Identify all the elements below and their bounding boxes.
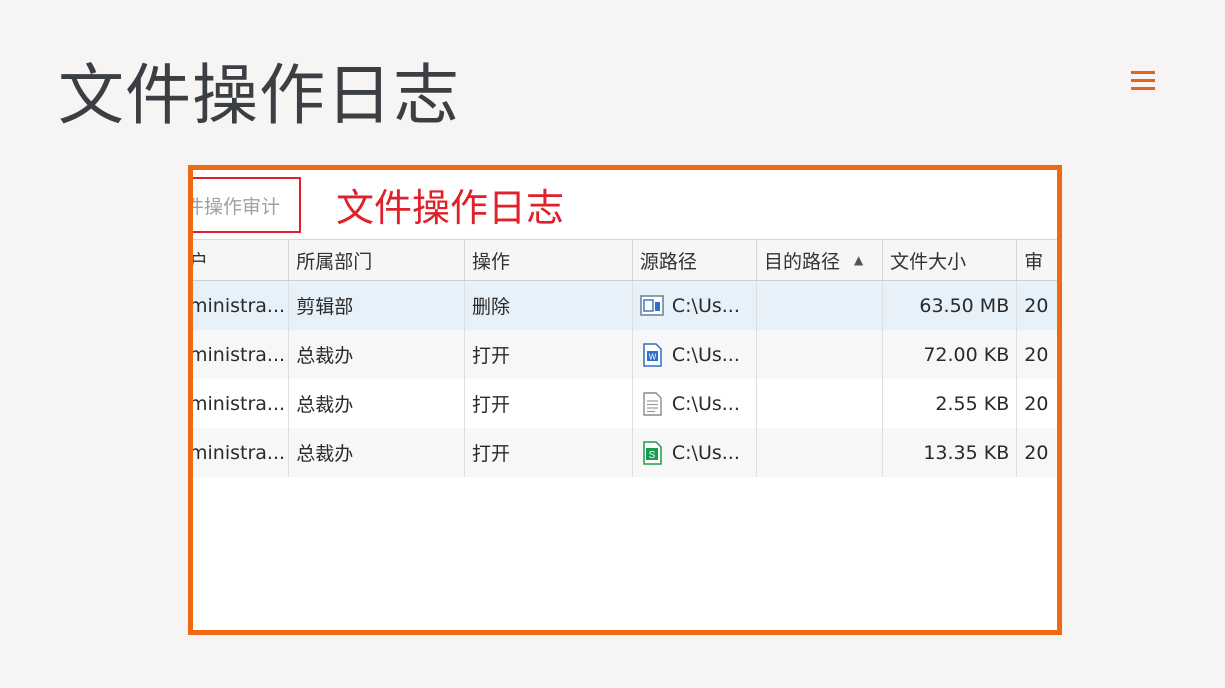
cell-action: 打开 (465, 379, 633, 428)
column-header-label: 文件大小 (890, 250, 967, 273)
cell-text: 打开 (472, 394, 511, 416)
table-row[interactable]: ministra... 总裁办 打开 C:\Us... 2.55 KB 20 (193, 379, 1057, 428)
cell-text: 打开 (472, 443, 511, 465)
column-header-user[interactable]: 户 (189, 240, 290, 280)
cell-text: 总裁办 (296, 345, 354, 367)
cell-text: ministra... (189, 343, 286, 366)
cell-dest-path (757, 330, 884, 379)
cell-text: C:\Us... (671, 343, 740, 366)
cell-department: 总裁办 (289, 379, 466, 428)
cell-file-size: 72.00 KB (883, 330, 1018, 379)
text-file-icon (640, 391, 664, 417)
svg-text:W: W (649, 352, 657, 361)
cell-text: 删除 (472, 296, 511, 318)
cell-department: 总裁办 (289, 330, 466, 379)
cell-text: ministra... (189, 392, 286, 415)
cell-department: 剪辑部 (289, 281, 466, 330)
file-log-table: 户 所属部门 操作 源路径 目的路径 ▲ 文件大小 审 ministra... 剪辑… (193, 239, 1057, 477)
cell-text: 总裁办 (296, 443, 354, 465)
cell-source-path: W C:\Us... (633, 330, 758, 379)
cell-user: ministra... (189, 428, 290, 477)
column-header-file-size[interactable]: 文件大小 (883, 240, 1018, 280)
table-row[interactable]: ministra... 总裁办 打开 S C:\Us... 13.35 KB 20 (193, 428, 1057, 477)
cell-text: 20 (1024, 441, 1049, 464)
cell-action: 删除 (465, 281, 633, 330)
cell-file-size: 2.55 KB (883, 379, 1018, 428)
cell-audit-time: 20 (1017, 379, 1057, 428)
cell-source-path: C:\Us... (633, 281, 758, 330)
cell-text: 72.00 KB (923, 343, 1010, 366)
table-row[interactable]: ministra... 剪辑部 删除 C:\Us... 63.50 MB 20 (193, 281, 1057, 330)
cell-text: C:\Us... (671, 441, 740, 464)
cell-dest-path (757, 281, 884, 330)
table-body: ministra... 剪辑部 删除 C:\Us... 63.50 MB 20 minist… (193, 281, 1057, 477)
cell-action: 打开 (465, 428, 633, 477)
cell-audit-time: 20 (1017, 281, 1057, 330)
spreadsheet-file-icon: S (640, 440, 664, 466)
cell-text: 13.35 KB (923, 441, 1010, 464)
cell-text: 打开 (472, 345, 511, 367)
cell-text: ministra... (189, 294, 286, 317)
column-header-label: 目的路径 (764, 250, 841, 273)
cell-audit-time: 20 (1017, 330, 1057, 379)
cell-file-size: 63.50 MB (883, 281, 1018, 330)
audit-tab-label: 件操作审计 (188, 196, 281, 218)
screenshot-frame: 件操作审计 文件操作日志 户 所属部门 操作 源路径 目的路径 ▲ 文件大小 审 … (188, 165, 1062, 635)
cell-user: ministra... (189, 281, 290, 330)
cell-dest-path (757, 428, 884, 477)
annotation-label: 文件操作日志 (336, 186, 565, 230)
sort-ascending-icon: ▲ (854, 253, 864, 267)
column-header-source-path[interactable]: 源路径 (633, 240, 758, 280)
cell-text: 63.50 MB (919, 294, 1010, 317)
column-header-label: 所属部门 (296, 250, 373, 273)
cell-text: ministra... (189, 441, 286, 464)
column-header-label: 操作 (472, 250, 511, 273)
audit-tab[interactable]: 件操作审计 (188, 177, 301, 233)
cell-text: 20 (1024, 294, 1049, 317)
cell-source-path: C:\Us... (633, 379, 758, 428)
svg-text:S: S (649, 450, 656, 461)
cell-user: ministra... (189, 379, 290, 428)
cell-text: 剪辑部 (296, 296, 354, 318)
cell-user: ministra... (189, 330, 290, 379)
table-row[interactable]: ministra... 总裁办 打开 W C:\Us... 72.00 KB 20 (193, 330, 1057, 379)
word-file-icon: W (640, 342, 664, 368)
cell-department: 总裁办 (289, 428, 466, 477)
column-header-label: 源路径 (639, 250, 697, 273)
column-header-audit-time[interactable]: 审 (1017, 240, 1057, 280)
cell-audit-time: 20 (1017, 428, 1057, 477)
cell-file-size: 13.35 KB (883, 428, 1018, 477)
cell-text: C:\Us... (671, 294, 740, 317)
column-header-label: 审 (1024, 250, 1044, 273)
cell-text: 2.55 KB (935, 392, 1010, 415)
cell-text: 20 (1024, 392, 1049, 415)
page-title: 文件操作日志 (58, 57, 460, 134)
column-header-label: 户 (189, 250, 209, 273)
hamburger-menu-icon[interactable] (1128, 66, 1158, 96)
cell-dest-path (757, 379, 884, 428)
presentation-file-icon (640, 293, 664, 319)
cell-text: 20 (1024, 343, 1049, 366)
table-header-row: 户 所属部门 操作 源路径 目的路径 ▲ 文件大小 审 (193, 240, 1057, 281)
cell-text: C:\Us... (671, 392, 740, 415)
cell-source-path: S C:\Us... (633, 428, 758, 477)
cell-action: 打开 (465, 330, 633, 379)
column-header-dest-path[interactable]: 目的路径 ▲ (757, 240, 884, 280)
cell-text: 总裁办 (296, 394, 354, 416)
column-header-action[interactable]: 操作 (465, 240, 633, 280)
column-header-department[interactable]: 所属部门 (289, 240, 466, 280)
